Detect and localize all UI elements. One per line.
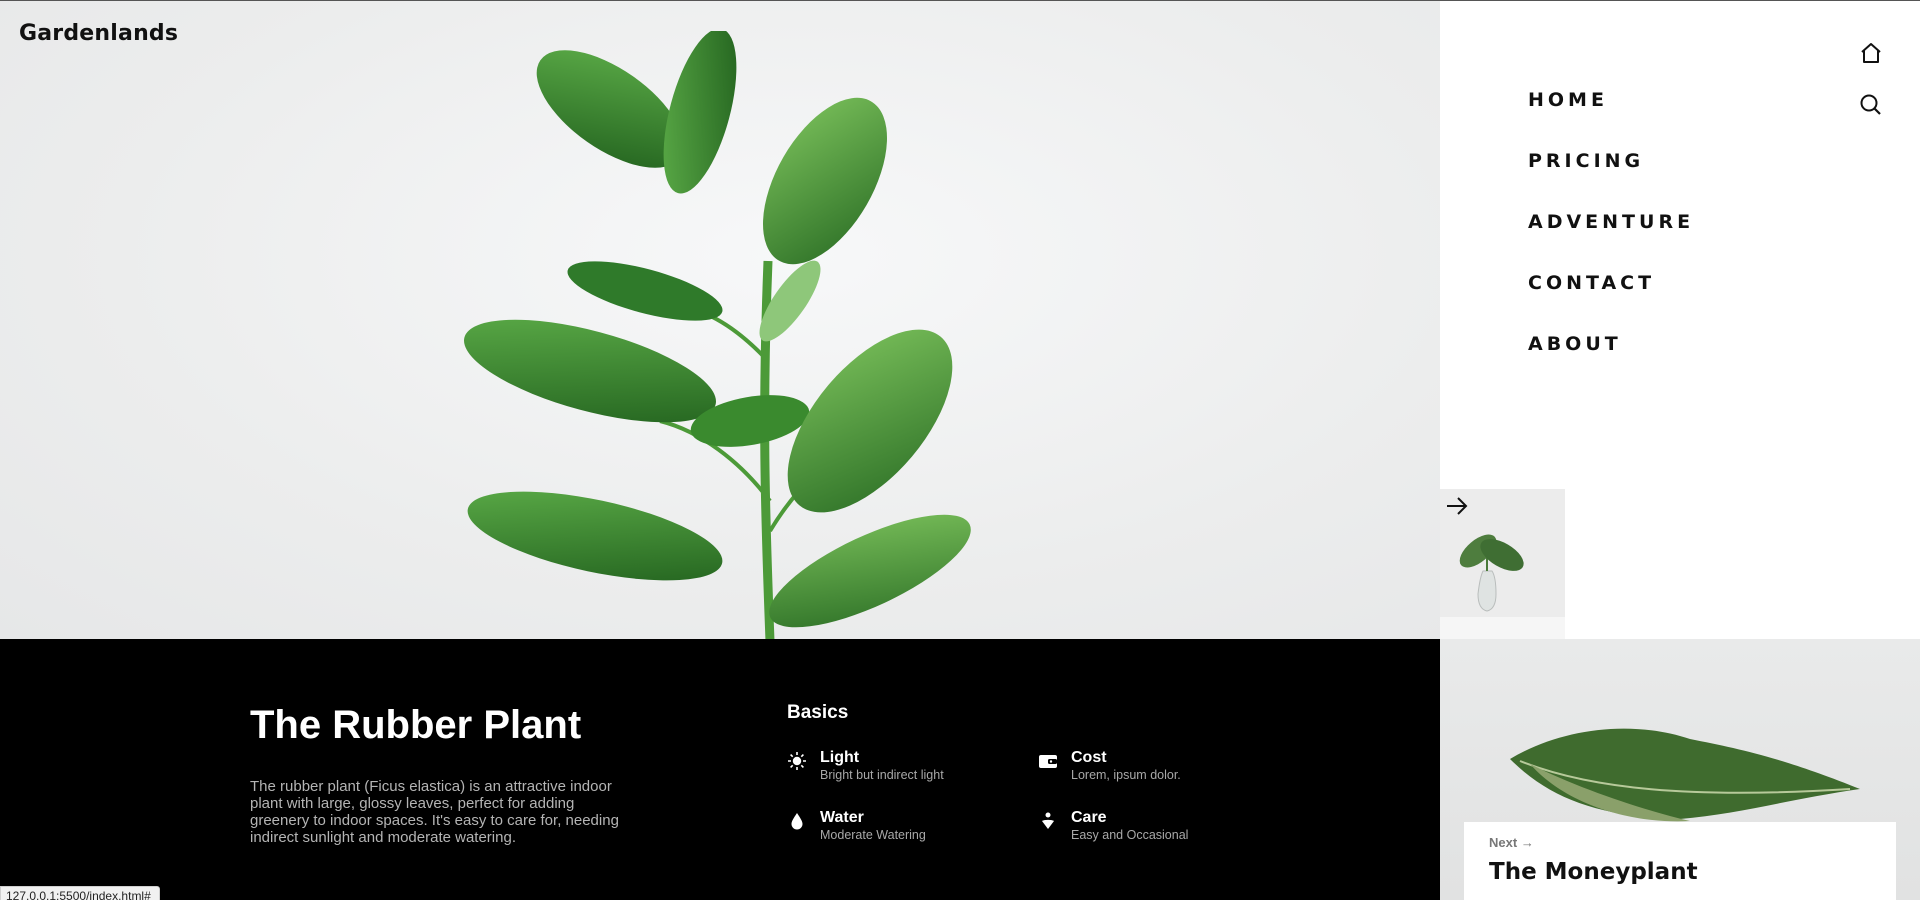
- basic-name: Cost: [1071, 749, 1107, 766]
- next-link[interactable]: Next →: [1489, 835, 1534, 850]
- search-icon[interactable]: [1857, 91, 1885, 119]
- arrow-right-icon: →: [1520, 835, 1534, 850]
- basic-desc: Moderate Watering: [820, 828, 926, 842]
- next-plant-title[interactable]: The Moneyplant: [1489, 859, 1698, 885]
- nav-item-about[interactable]: ABOUT: [1528, 333, 1694, 394]
- plant-info-section: The Rubber Plant The rubber plant (Ficus…: [0, 639, 1440, 900]
- nav-item-pricing[interactable]: PRICING: [1528, 150, 1694, 211]
- vase-plant-image: [1440, 534, 1565, 640]
- basic-name: Water: [820, 809, 864, 826]
- rubber-plant-image: [464, 31, 971, 639]
- next-label: Next: [1489, 835, 1518, 850]
- basics-heading: Basics: [787, 702, 849, 723]
- sun-icon: [788, 752, 806, 770]
- basic-desc: Bright but indirect light: [820, 768, 944, 782]
- plant-title: The Rubber Plant: [250, 703, 582, 747]
- browser-status-url: 127.0.0.1:5500/index.html#: [0, 886, 160, 900]
- basic-desc: Lorem, ipsum dolor.: [1071, 768, 1181, 782]
- home-icon[interactable]: [1857, 39, 1885, 67]
- next-card[interactable]: Next → The Moneyplant: [1464, 822, 1896, 900]
- nav-item-contact[interactable]: CONTACT: [1528, 272, 1694, 333]
- basic-desc: Easy and Occasional: [1071, 828, 1189, 842]
- brand-logo[interactable]: Gardenlands: [19, 21, 178, 46]
- plant-description: The rubber plant (Ficus elastica) is an …: [250, 778, 619, 846]
- next-plant-section[interactable]: Next → The Moneyplant: [1440, 639, 1920, 900]
- hero-section: Gardenlands: [0, 0, 1440, 639]
- nav-menu: HOME PRICING ADVENTURE CONTACT ABOUT: [1528, 89, 1694, 394]
- care-icon: [1042, 812, 1054, 829]
- water-drop-icon: [791, 813, 803, 830]
- moneyplant-image: [1510, 728, 1860, 822]
- basic-name: Light: [820, 749, 860, 766]
- side-navigation: HOME PRICING ADVENTURE CONTACT ABOUT: [1440, 0, 1920, 640]
- wallet-icon: [1039, 755, 1057, 768]
- nav-item-home[interactable]: HOME: [1528, 89, 1694, 150]
- next-plant-thumbnail[interactable]: [1440, 489, 1565, 640]
- basic-name: Care: [1071, 809, 1107, 826]
- nav-item-adventure[interactable]: ADVENTURE: [1528, 211, 1694, 272]
